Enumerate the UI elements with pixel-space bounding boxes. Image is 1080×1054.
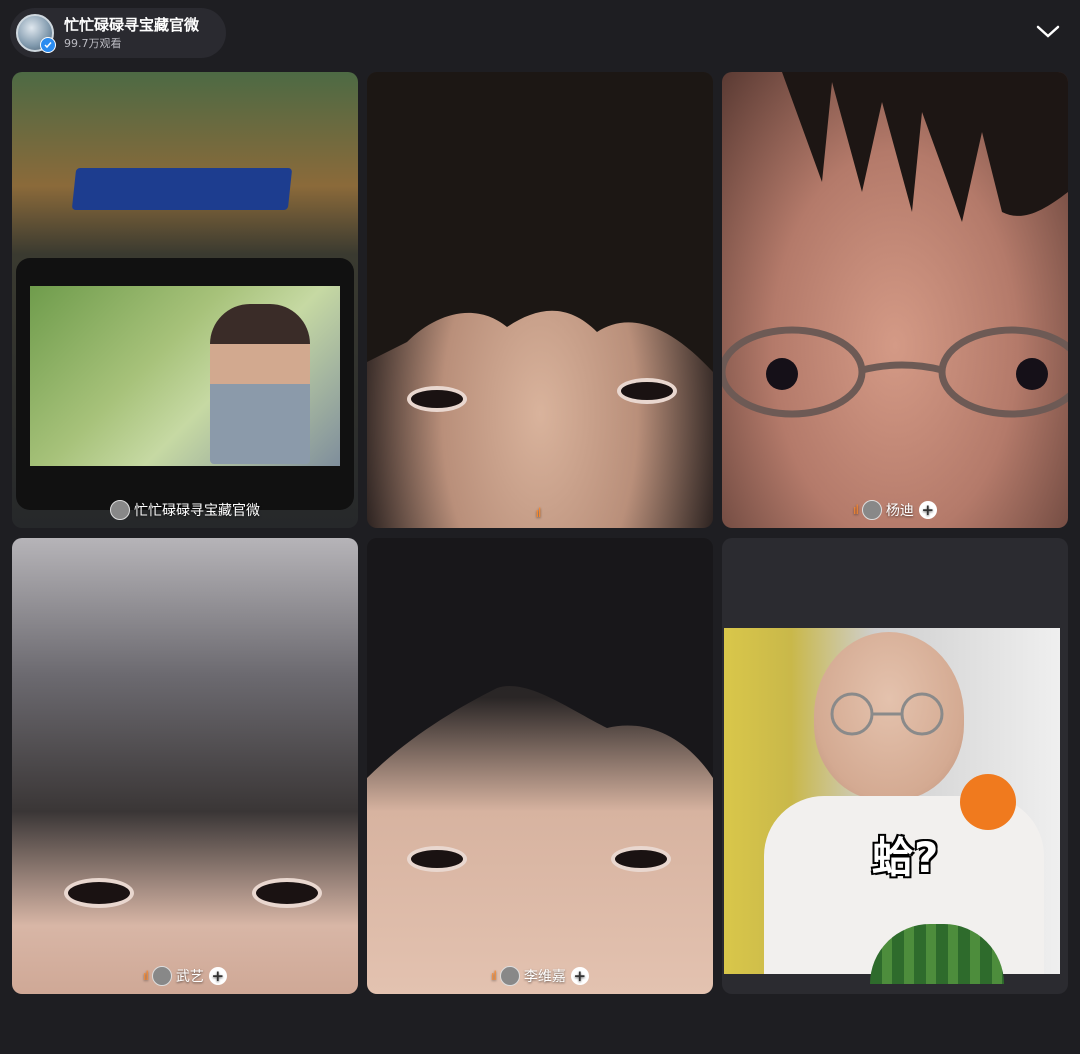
glasses-icon	[830, 692, 944, 736]
channel-title: 忙忙碌碌寻宝藏官微	[64, 15, 200, 34]
avatar	[110, 500, 130, 520]
follow-button[interactable]: +	[208, 967, 227, 985]
show-logo	[71, 168, 293, 210]
tile-name: 杨迪	[885, 503, 914, 519]
embedded-video: 蛤?	[724, 628, 1060, 984]
tile-label: 忙忙碌碌寻宝藏官微	[12, 500, 358, 520]
viewer-count: 99.7万观看	[64, 36, 122, 50]
video-tile-guest-4[interactable]: ıl 李维嘉 +	[367, 538, 713, 994]
verified-badge-icon	[40, 37, 56, 53]
video-tile-host[interactable]: 忙忙碌碌寻宝藏官微	[12, 72, 358, 528]
follow-button[interactable]: +	[918, 501, 937, 519]
live-indicator-icon: ıl	[535, 506, 542, 520]
live-indicator-icon: ıl	[853, 503, 859, 517]
tile-name: 李维嘉	[523, 969, 566, 985]
tile-label: ıl 李维嘉 +	[367, 966, 713, 986]
live-indicator-icon: ıl	[491, 969, 497, 983]
video-tile-guest-2[interactable]: ıl 杨迪 +	[722, 72, 1068, 528]
left-eye	[64, 878, 134, 908]
chevron-down-icon[interactable]	[1034, 22, 1062, 42]
right-eye	[611, 846, 671, 872]
avatar	[151, 966, 172, 986]
tile-label: ıl	[367, 506, 713, 520]
tablet-screen-video	[30, 286, 340, 466]
hair-shape	[367, 72, 713, 372]
video-tile-guest-5[interactable]: 蛤?	[722, 538, 1068, 994]
video-caption: 蛤?	[872, 833, 939, 882]
tile-label: ıl 杨迪 +	[722, 500, 1068, 520]
channel-header[interactable]: 忙忙碌碌寻宝藏官微 99.7万观看	[10, 8, 226, 58]
right-eye	[252, 878, 322, 908]
avatar	[499, 966, 520, 986]
left-eye	[407, 386, 467, 412]
live-indicator-icon: ıl	[143, 969, 149, 983]
glasses-icon	[722, 326, 1068, 418]
channel-avatar[interactable]	[16, 14, 56, 53]
left-eye	[407, 846, 467, 872]
follow-button[interactable]: +	[570, 967, 589, 985]
person-head	[814, 632, 964, 800]
right-eye	[617, 378, 677, 404]
orange-fruit	[960, 774, 1016, 830]
tile-name: 武艺	[175, 969, 204, 985]
video-tile-guest-1[interactable]: ıl	[367, 72, 713, 528]
avatar	[861, 500, 882, 520]
person-on-screen	[210, 304, 310, 464]
hair-shape	[367, 538, 713, 778]
hair-shape	[762, 72, 1068, 222]
tablet-device	[16, 258, 354, 510]
tile-label: ıl 武艺 +	[12, 966, 358, 986]
tile-name: 忙忙碌碌寻宝藏官微	[134, 503, 260, 519]
video-tile-guest-3[interactable]: ıl 武艺 +	[12, 538, 358, 994]
